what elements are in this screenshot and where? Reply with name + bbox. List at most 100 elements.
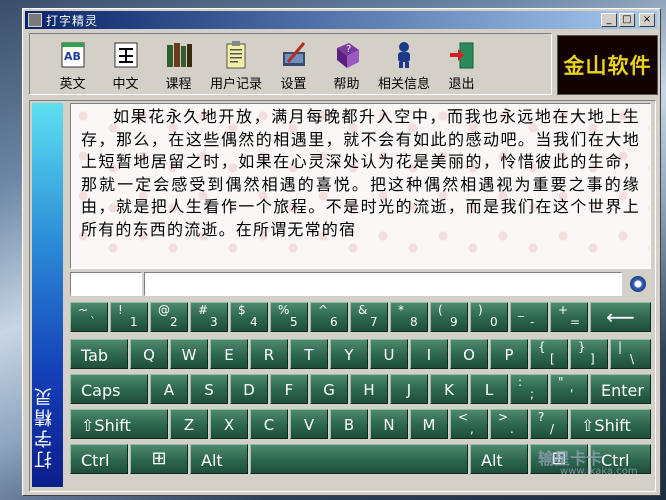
key-quote[interactable]: " ' bbox=[550, 374, 588, 404]
key-backtick[interactable]: ~ ` bbox=[70, 302, 108, 332]
settings-pen-icon bbox=[280, 40, 308, 70]
books-icon bbox=[165, 40, 193, 70]
key-y[interactable]: Y bbox=[330, 339, 368, 369]
key-d[interactable]: D bbox=[230, 374, 268, 404]
key-l[interactable]: L bbox=[470, 374, 508, 404]
notepad-icon bbox=[222, 40, 250, 70]
main-window: 打字精灵 _ □ × AB 英文 中文 课程 用户记录 设置 ? 帮助 相关信息… bbox=[22, 8, 661, 496]
key-h[interactable]: H bbox=[350, 374, 388, 404]
key-g[interactable]: G bbox=[310, 374, 348, 404]
key-5[interactable]: % 5 bbox=[270, 302, 308, 332]
minimize-button[interactable]: _ bbox=[601, 13, 617, 27]
key-k[interactable]: K bbox=[430, 374, 468, 404]
key-ctrl-left[interactable]: Ctrl bbox=[70, 444, 128, 474]
key-4[interactable]: $4 bbox=[230, 302, 268, 332]
course-label: 课程 bbox=[165, 77, 192, 92]
key-a[interactable]: A bbox=[150, 374, 188, 404]
key-win-left[interactable]: ⊞ bbox=[130, 444, 188, 474]
settings-label: 设置 bbox=[280, 77, 307, 92]
key-alt-left[interactable]: Alt bbox=[190, 444, 248, 474]
chinese-label: 中文 bbox=[112, 77, 139, 92]
key-m[interactable]: M bbox=[410, 409, 448, 439]
typing-input[interactable] bbox=[144, 272, 622, 296]
chinese-book-icon bbox=[112, 40, 140, 70]
key-caps[interactable]: Caps bbox=[70, 374, 148, 404]
key-p[interactable]: P bbox=[490, 339, 528, 369]
related-info-label: 相关信息 bbox=[377, 77, 430, 92]
key-backspace[interactable]: ⟵ bbox=[590, 302, 651, 332]
key-backslash[interactable]: | \ bbox=[610, 339, 651, 369]
speaker-icon[interactable] bbox=[630, 276, 646, 292]
app-icon[interactable] bbox=[28, 13, 42, 27]
key-c[interactable]: C bbox=[250, 409, 288, 439]
key-n[interactable]: N bbox=[370, 409, 408, 439]
key-o[interactable]: O bbox=[450, 339, 488, 369]
close-button[interactable]: × bbox=[639, 13, 655, 27]
status-field bbox=[70, 272, 142, 296]
key-equals[interactable]: + = bbox=[550, 302, 588, 332]
help-book-icon: ? bbox=[333, 40, 361, 70]
key-2[interactable]: @2 bbox=[150, 302, 188, 332]
key-6[interactable]: ^ 6 bbox=[310, 302, 348, 332]
windows-icon: ⊞ bbox=[151, 448, 167, 469]
svg-text:AB: AB bbox=[64, 50, 81, 63]
english-button[interactable]: AB 英文 bbox=[46, 36, 99, 94]
course-button[interactable]: 课程 bbox=[152, 36, 205, 94]
person-info-icon bbox=[390, 40, 418, 70]
key-j[interactable]: J bbox=[390, 374, 428, 404]
key-8[interactable]: * 8 bbox=[390, 302, 428, 332]
key-u[interactable]: U bbox=[370, 339, 408, 369]
svg-text:?: ? bbox=[346, 44, 351, 55]
key-shift-right[interactable]: ⇧Shift bbox=[570, 409, 651, 439]
key-tab[interactable]: Tab bbox=[70, 339, 128, 369]
practice-text: 如果花永久地开放，满月每晚都升入空中，而我也永远地在大地上生存，那么，在这些偶然… bbox=[70, 103, 651, 269]
key-slash[interactable]: ? / bbox=[530, 409, 568, 439]
related-info-button[interactable]: 相关信息 bbox=[373, 36, 435, 94]
exit-label: 退出 bbox=[448, 77, 475, 92]
key-3[interactable]: #3 bbox=[190, 302, 228, 332]
kingsoft-logo: 金山软件 bbox=[557, 35, 658, 95]
key-f[interactable]: F bbox=[270, 374, 308, 404]
input-row bbox=[70, 272, 651, 298]
title-bar[interactable]: 打字精灵 _ □ × bbox=[25, 11, 658, 29]
exit-button[interactable]: 退出 bbox=[435, 36, 488, 94]
key-1[interactable]: ! 1 bbox=[110, 302, 148, 332]
maximize-button[interactable]: □ bbox=[619, 13, 635, 27]
key-shift-left[interactable]: ⇧Shift bbox=[70, 409, 168, 439]
user-record-button[interactable]: 用户记录 bbox=[205, 36, 267, 94]
key-left-bracket[interactable]: {[ bbox=[530, 339, 568, 369]
key-r[interactable]: R bbox=[250, 339, 288, 369]
key-t[interactable]: T bbox=[290, 339, 328, 369]
key-semicolon[interactable]: :; bbox=[510, 374, 548, 404]
chinese-button[interactable]: 中文 bbox=[99, 36, 152, 94]
key-right-bracket[interactable]: }] bbox=[570, 339, 608, 369]
key-alt-right[interactable]: Alt bbox=[470, 444, 528, 474]
help-button[interactable]: ? 帮助 bbox=[320, 36, 373, 94]
key-v[interactable]: V bbox=[290, 409, 328, 439]
key-period[interactable]: >. bbox=[490, 409, 528, 439]
window-title: 打字精灵 bbox=[46, 13, 99, 28]
key-x[interactable]: X bbox=[210, 409, 248, 439]
help-label: 帮助 bbox=[333, 77, 360, 92]
key-z[interactable]: Z bbox=[170, 409, 208, 439]
key-9[interactable]: (9 bbox=[430, 302, 468, 332]
main-panel: 打字精灵 如果花永久地开放，满月每晚都升入空中，而我也永远地在大地上生存，那么，… bbox=[29, 100, 656, 492]
settings-button[interactable]: 设置 bbox=[267, 36, 320, 94]
key-7[interactable]: & 7 bbox=[350, 302, 388, 332]
user-record-label: 用户记录 bbox=[209, 77, 262, 92]
key-0[interactable]: ) 0 bbox=[470, 302, 508, 332]
site-watermark-url: www.ikaka.com bbox=[560, 466, 638, 477]
toolbar: AB 英文 中文 课程 用户记录 设置 ? 帮助 相关信息 退出 bbox=[29, 33, 552, 95]
key-minus[interactable]: _ - bbox=[510, 302, 548, 332]
key-space[interactable] bbox=[250, 444, 468, 474]
key-q[interactable]: Q bbox=[130, 339, 168, 369]
key-e[interactable]: E bbox=[210, 339, 248, 369]
key-i[interactable]: I bbox=[410, 339, 448, 369]
exit-door-icon bbox=[448, 40, 476, 70]
key-b[interactable]: B bbox=[330, 409, 368, 439]
key-enter[interactable]: Enter bbox=[590, 374, 651, 404]
key-comma[interactable]: <, bbox=[450, 409, 488, 439]
key-w[interactable]: W bbox=[170, 339, 208, 369]
key-s[interactable]: S bbox=[190, 374, 228, 404]
side-banner: 打字精灵 bbox=[32, 103, 63, 487]
